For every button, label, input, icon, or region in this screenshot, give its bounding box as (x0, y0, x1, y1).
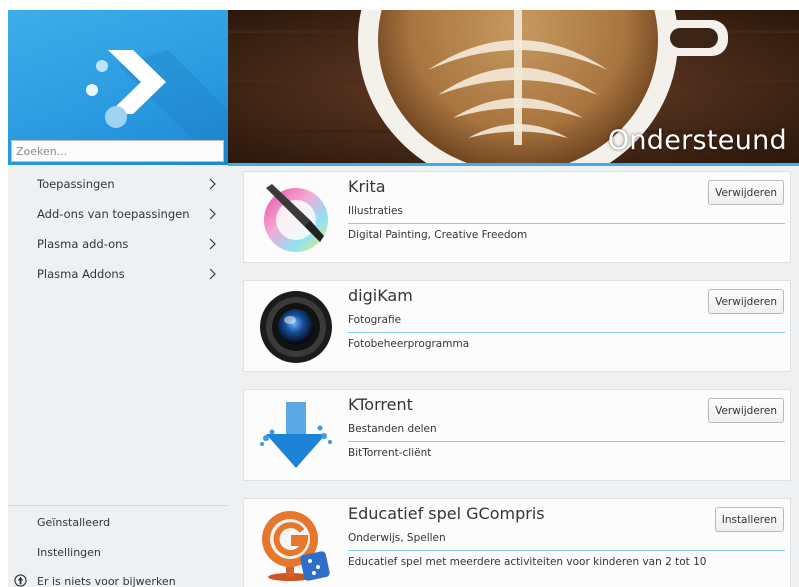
sidebar-item-label: Toepassingen (37, 177, 115, 191)
install-button[interactable]: Installeren (714, 507, 784, 532)
sidebar-item-addons-toepassingen[interactable]: Add-ons van toepassingen (8, 199, 228, 229)
sidebar-footer-divider (8, 505, 228, 506)
search-input[interactable] (11, 140, 224, 162)
sidebar: Toepassingen Add-ons van toepassingen Pl… (8, 10, 228, 587)
chevron-right-icon (209, 268, 216, 280)
separator (348, 550, 785, 551)
separator (348, 441, 785, 442)
ktorrent-icon (258, 398, 334, 474)
chevron-right-icon (209, 178, 216, 190)
sidebar-item-installed[interactable]: Geïnstalleerd (8, 508, 228, 536)
app-category: Bestanden delen (348, 423, 437, 435)
remove-button[interactable]: Verwijderen (708, 398, 784, 423)
digikam-icon (258, 289, 334, 365)
app-card-krita[interactable]: Krita Illustraties Digital Painting, Cre… (243, 171, 791, 263)
header-banner: Ondersteund (228, 10, 799, 164)
discover-logo-panel (8, 10, 228, 165)
app-card-digikam[interactable]: digiKam Fotografie Fotobeheerprogramma V… (243, 280, 791, 372)
sidebar-item-settings[interactable]: Instellingen (8, 538, 228, 566)
page-title: Ondersteund (607, 125, 787, 156)
sidebar-item-label: Plasma Addons (37, 267, 125, 281)
app-category: Onderwijs, Spellen (348, 532, 446, 544)
app-description: Fotobeheerprogramma (348, 338, 470, 350)
separator (348, 223, 785, 224)
chevron-right-icon (209, 208, 216, 220)
app-name: KTorrent (348, 395, 413, 414)
app-category: Fotografie (348, 314, 402, 326)
app-name: Educatief spel GCompris (348, 504, 545, 523)
sidebar-item-label: Plasma add-ons (37, 237, 129, 251)
sidebar-item-toepassingen[interactable]: Toepassingen (8, 169, 228, 199)
app-name: Krita (348, 177, 386, 196)
update-status[interactable]: Er is niets voor bijwerken (8, 573, 228, 587)
chevron-right-icon (209, 238, 216, 250)
separator (348, 332, 785, 333)
update-arrow-icon (14, 574, 27, 587)
krita-icon (258, 180, 334, 256)
app-category: Illustraties (348, 205, 403, 217)
app-card-gcompris[interactable]: Educatief spel GCompris Onderwijs, Spell… (243, 498, 791, 587)
application-list: Krita Illustraties Digital Painting, Cre… (228, 166, 799, 587)
sidebar-item-plasma-addons-2[interactable]: Plasma Addons (8, 259, 228, 289)
sidebar-item-plasma-addons[interactable]: Plasma add-ons (8, 229, 228, 259)
update-status-label: Er is niets voor bijwerken (37, 574, 176, 587)
installed-label: Geïnstalleerd (37, 515, 111, 529)
settings-label: Instellingen (37, 545, 101, 559)
app-name: digiKam (348, 286, 413, 305)
gcompris-icon (258, 507, 334, 583)
sidebar-item-label: Add-ons van toepassingen (37, 207, 190, 221)
discover-window: Toepassingen Add-ons van toepassingen Pl… (8, 10, 799, 587)
app-description: Digital Painting, Creative Freedom (348, 229, 528, 241)
remove-button[interactable]: Verwijderen (708, 289, 784, 314)
remove-button[interactable]: Verwijderen (708, 180, 784, 205)
app-card-ktorrent[interactable]: KTorrent Bestanden delen BitTorrent-clië… (243, 389, 791, 481)
app-description: Educatief spel met meerdere activiteiten… (348, 556, 707, 568)
app-description: BitTorrent-cliënt (348, 447, 432, 459)
